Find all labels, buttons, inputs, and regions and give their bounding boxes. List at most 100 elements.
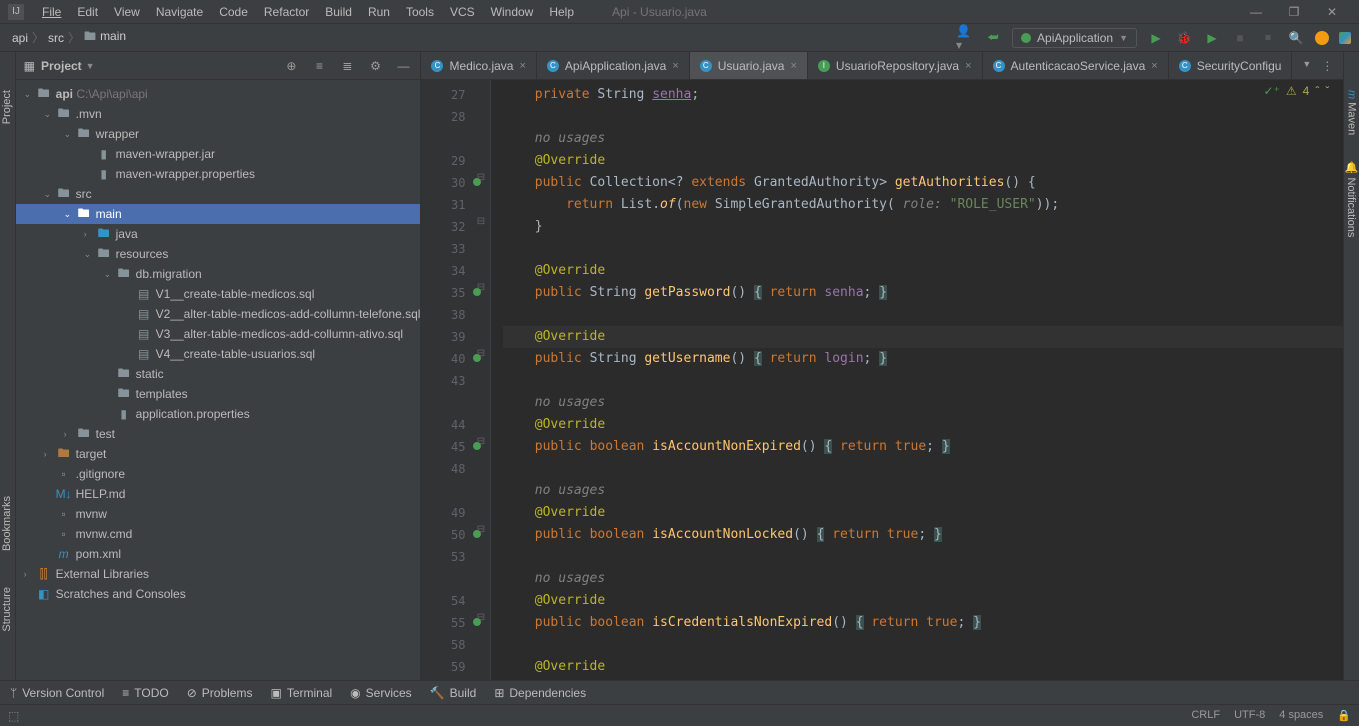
tree-file[interactable]: ▫.gitignore bbox=[16, 464, 421, 484]
debug-button[interactable]: 🐞 bbox=[1175, 29, 1193, 47]
close-tab-icon[interactable]: × bbox=[1151, 60, 1157, 72]
menu-code[interactable]: Code bbox=[211, 5, 256, 19]
tab-usuariorepo[interactable]: IUsuarioRepository.java× bbox=[808, 52, 983, 79]
collapse-all-icon[interactable]: ≣ bbox=[338, 57, 356, 75]
code-area[interactable]: private String senha; no usages @Overrid… bbox=[491, 80, 1343, 680]
tree-file[interactable]: ▫mvnw bbox=[16, 504, 421, 524]
close-tab-icon[interactable]: × bbox=[790, 60, 796, 72]
settings-icon[interactable]: ⚙ bbox=[366, 57, 384, 75]
stop-all-button[interactable]: ⏹ bbox=[1259, 29, 1277, 47]
editor-body[interactable]: ✓⁺ ⚠4 ˆ ˇ 2728 2930313233 343538 394043 … bbox=[421, 80, 1343, 680]
problems-tool[interactable]: ⊘Problems bbox=[187, 686, 253, 700]
tree-folder-src[interactable]: ⌄🖿src bbox=[16, 184, 421, 204]
user-icon[interactable]: 👤▾ bbox=[956, 29, 974, 47]
more-tabs-icon[interactable]: ⋮ bbox=[1321, 59, 1333, 73]
ide-features-icon[interactable] bbox=[1339, 32, 1351, 44]
deps-tool[interactable]: ⊞Dependencies bbox=[494, 686, 586, 700]
tool-bookmarks[interactable]: Bookmarks bbox=[1, 488, 13, 559]
tree-file[interactable]: ▫mvnw.cmd bbox=[16, 524, 421, 544]
breadcrumb[interactable]: api bbox=[8, 31, 32, 45]
menu-run[interactable]: Run bbox=[360, 5, 398, 19]
run-coverage-button[interactable]: ▶ bbox=[1203, 29, 1221, 47]
menu-edit[interactable]: Edit bbox=[69, 5, 106, 19]
gutter[interactable]: 2728 2930313233 343538 394043 444548 495… bbox=[421, 80, 471, 680]
problems-indicator[interactable]: ✓⁺ ⚠4 ˆ ˇ bbox=[1264, 84, 1330, 98]
project-tree[interactable]: ⌄🖿api C:\Api\api\api ⌄🖿.mvn ⌄🖿wrapper ▮m… bbox=[16, 80, 421, 680]
update-icon[interactable] bbox=[1315, 31, 1329, 45]
build-tool[interactable]: 🔨Build bbox=[430, 686, 477, 700]
fold-strip[interactable]: ⊟⊟ ⊟⊟⊟ ⊟⊟ bbox=[471, 80, 491, 680]
tree-file-sql[interactable]: ▤V3__alter-table-medicos-add-collumn-ati… bbox=[16, 324, 421, 344]
tree-file[interactable]: ▮maven-wrapper.properties bbox=[16, 164, 421, 184]
tree-folder-static[interactable]: 🖿static bbox=[16, 364, 421, 384]
terminal-tool[interactable]: ▣Terminal bbox=[270, 686, 332, 700]
encoding[interactable]: UTF-8 bbox=[1234, 709, 1265, 722]
tree-scratches[interactable]: ◧Scratches and Consoles bbox=[16, 584, 421, 604]
line-ending[interactable]: CRLF bbox=[1191, 709, 1220, 722]
tree-folder-main[interactable]: ⌄🖿main bbox=[16, 204, 421, 224]
select-opened-icon[interactable]: ⊕ bbox=[282, 57, 300, 75]
tree-file[interactable]: ▮maven-wrapper.jar bbox=[16, 144, 421, 164]
tree-file-sql[interactable]: ▤V1__create-table-medicos.sql bbox=[16, 284, 421, 304]
close-tab-icon[interactable]: × bbox=[519, 60, 525, 72]
tree-root[interactable]: ⌄🖿api C:\Api\api\api bbox=[16, 84, 421, 104]
tab-medico[interactable]: CMedico.java× bbox=[421, 52, 536, 79]
breadcrumb[interactable]: 🖿main bbox=[80, 27, 130, 48]
tree-external-libs[interactable]: ›⫿⫿External Libraries bbox=[16, 564, 421, 584]
run-config-selector[interactable]: ApiApplication ▼ bbox=[1012, 28, 1137, 48]
chevron-down-icon[interactable]: ▼ bbox=[86, 61, 95, 71]
project-dropdown-icon[interactable]: ▦ bbox=[24, 59, 35, 73]
tool-notifications[interactable]: 🔔 Notifications bbox=[1345, 153, 1358, 245]
tree-folder-test[interactable]: ›🖿test bbox=[16, 424, 421, 444]
tree-folder-mvn[interactable]: ⌄🖿.mvn bbox=[16, 104, 421, 124]
search-everywhere-icon[interactable]: 🔍 bbox=[1287, 29, 1305, 47]
expand-all-icon[interactable]: ≡ bbox=[310, 57, 328, 75]
menu-window[interactable]: Window bbox=[483, 5, 542, 19]
menu-navigate[interactable]: Navigate bbox=[148, 5, 211, 19]
indent[interactable]: 4 spaces bbox=[1279, 709, 1323, 722]
tree-folder-templates[interactable]: 🖿templates bbox=[16, 384, 421, 404]
tool-structure[interactable]: Structure bbox=[1, 579, 13, 640]
hide-panel-icon[interactable]: — bbox=[394, 57, 412, 75]
menu-build[interactable]: Build bbox=[317, 5, 360, 19]
build-icon[interactable]: ⮨ bbox=[984, 29, 1002, 47]
services-tool[interactable]: ◉Services bbox=[350, 686, 412, 700]
menu-file[interactable]: File bbox=[34, 5, 69, 19]
tree-file[interactable]: M↓HELP.md bbox=[16, 484, 421, 504]
toolwindow-toggle-icon[interactable]: ⬚ bbox=[8, 709, 19, 723]
todo-tool[interactable]: ≡TODO bbox=[122, 686, 168, 700]
tree-folder-wrapper[interactable]: ⌄🖿wrapper bbox=[16, 124, 421, 144]
tree-file-sql[interactable]: ▤V2__alter-table-medicos-add-collumn-tel… bbox=[16, 304, 421, 324]
tree-folder-dbmig[interactable]: ⌄🖿db.migration bbox=[16, 264, 421, 284]
tree-file-pom[interactable]: mpom.xml bbox=[16, 544, 421, 564]
tab-apiapp[interactable]: CApiApplication.java× bbox=[537, 52, 690, 79]
tree-file-props[interactable]: ▮application.properties bbox=[16, 404, 421, 424]
tree-folder-target[interactable]: ›🖿target bbox=[16, 444, 421, 464]
run-button[interactable]: ▶ bbox=[1147, 29, 1165, 47]
menu-view[interactable]: View bbox=[106, 5, 148, 19]
menu-help[interactable]: Help bbox=[541, 5, 582, 19]
close-icon[interactable]: ✕ bbox=[1323, 3, 1341, 21]
stop-button[interactable]: ■ bbox=[1231, 29, 1249, 47]
minimize-icon[interactable]: — bbox=[1247, 3, 1265, 21]
chevron-down-icon[interactable]: ▼ bbox=[1302, 59, 1311, 73]
tab-autenticacao[interactable]: CAutenticacaoService.java× bbox=[983, 52, 1169, 79]
menu-refactor[interactable]: Refactor bbox=[256, 5, 317, 19]
close-tab-icon[interactable]: × bbox=[672, 60, 678, 72]
chevron-up-icon[interactable]: ˆ bbox=[1315, 84, 1319, 98]
menu-tools[interactable]: Tools bbox=[398, 5, 442, 19]
chevron-down-icon[interactable]: ˇ bbox=[1325, 84, 1329, 98]
tree-file-sql[interactable]: ▤V4__create-table-usuarios.sql bbox=[16, 344, 421, 364]
tool-maven[interactable]: m Maven bbox=[1346, 82, 1358, 143]
lock-icon[interactable]: 🔒 bbox=[1337, 709, 1351, 722]
maximize-icon[interactable]: ❐ bbox=[1285, 3, 1303, 21]
close-tab-icon[interactable]: × bbox=[965, 60, 971, 72]
tree-folder-java[interactable]: ›🖿java bbox=[16, 224, 421, 244]
tab-usuario[interactable]: CUsuario.java× bbox=[690, 52, 808, 79]
breadcrumb[interactable]: src bbox=[44, 31, 68, 45]
tab-security[interactable]: CSecurityConfigu bbox=[1169, 52, 1293, 79]
panel-title[interactable]: Project bbox=[41, 59, 82, 73]
tool-project[interactable]: Project bbox=[1, 82, 13, 132]
menu-vcs[interactable]: VCS bbox=[442, 5, 483, 19]
vcs-tool[interactable]: ᛘVersion Control bbox=[10, 686, 104, 700]
